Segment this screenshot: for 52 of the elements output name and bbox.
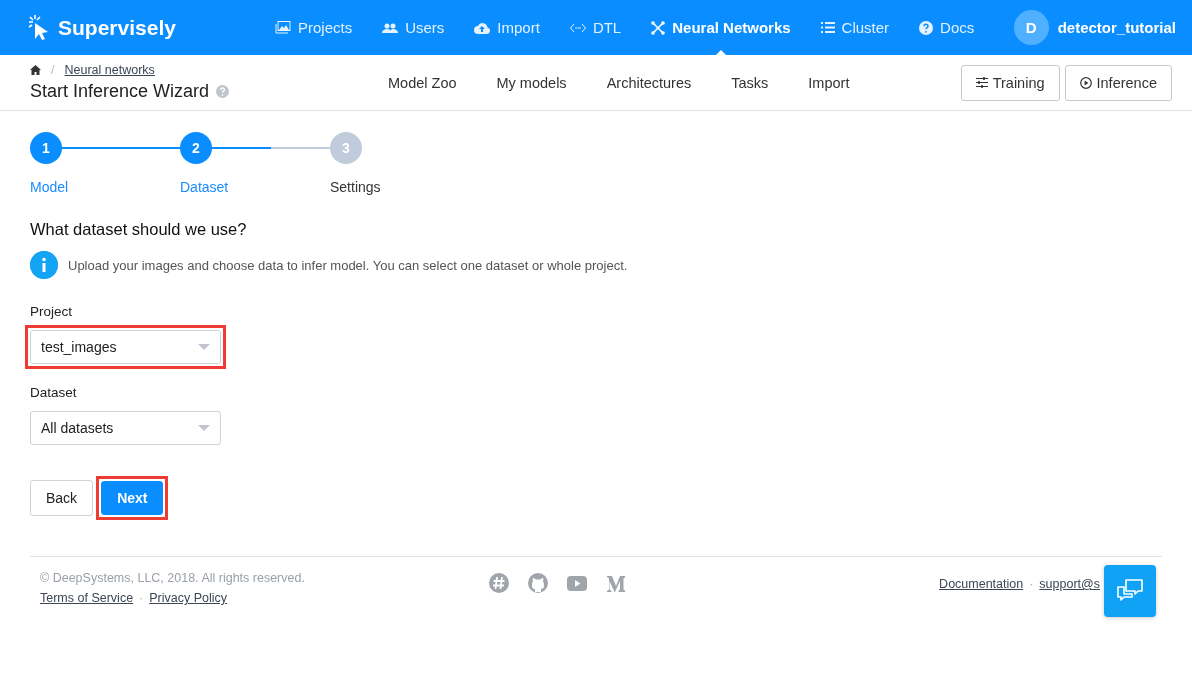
section-tab[interactable]: My models [476, 74, 587, 91]
footer-link[interactable]: Privacy Policy [149, 591, 228, 605]
section-tab[interactable]: Architectures [586, 74, 712, 91]
link-separator: · [1029, 577, 1034, 591]
chat-button[interactable] [1104, 565, 1156, 617]
inference-button[interactable]: Inference [1064, 64, 1172, 101]
chat-icon [1117, 579, 1143, 603]
users-icon [382, 22, 399, 33]
section-question: What dataset should we use? [30, 220, 248, 239]
medium-m-icon[interactable] [605, 574, 626, 592]
network-icon [651, 20, 666, 35]
list-icon [820, 22, 835, 33]
cursor-logo-icon [28, 15, 48, 40]
info-icon [30, 251, 58, 279]
app-logo-text: Supervisely [58, 15, 176, 40]
caret-icon [198, 344, 210, 350]
step-label: Dataset [180, 179, 230, 195]
step-label: Settings [330, 179, 382, 195]
dropdown-field[interactable]: test_images [30, 330, 221, 364]
breadcrumb-separator: / [51, 63, 55, 77]
step-circle: 3 [330, 132, 362, 164]
help-icon[interactable] [216, 85, 230, 98]
step-circle: 2 [180, 132, 212, 164]
sliders-icon [975, 77, 988, 88]
section-tab[interactable]: Tasks [711, 74, 789, 91]
dropdown-field[interactable]: All datasets [30, 411, 221, 445]
help-icon [919, 20, 934, 35]
step-label: Model [30, 179, 70, 195]
footer-link[interactable]: Terms of Service [40, 591, 134, 605]
step-circle: 1 [30, 132, 62, 164]
caret-icon [198, 425, 210, 431]
cloud-upload-icon [474, 21, 491, 34]
page-title: Start Inference Wizard [30, 81, 210, 102]
home-icon[interactable] [30, 65, 41, 75]
section-tab[interactable]: Import [788, 74, 870, 91]
code-icon [569, 22, 586, 33]
video-play-icon[interactable] [566, 575, 587, 591]
footer-link[interactable]: support@s [1039, 577, 1100, 591]
hashtag-icon[interactable] [488, 573, 509, 593]
field-label: Project [30, 304, 74, 319]
play-icon [1079, 76, 1092, 89]
training-button[interactable]: Training [960, 64, 1060, 101]
breadcrumb-link[interactable]: Neural networks [64, 63, 155, 77]
field-label: Dataset [30, 385, 78, 400]
back-button[interactable]: Back [30, 480, 94, 516]
footer-link[interactable]: Documentation [939, 577, 1024, 591]
github-icon[interactable] [527, 573, 548, 593]
copyright-text: © DeepSystems, LLC, 2018. All rights reserved. [40, 571, 305, 585]
section-tab[interactable]: Model Zoo [368, 74, 477, 91]
info-text: Upload your images and choose data to infer model. You can select one dataset or whole project. [68, 257, 628, 273]
link-separator: · [139, 591, 144, 605]
images-icon [275, 21, 291, 34]
